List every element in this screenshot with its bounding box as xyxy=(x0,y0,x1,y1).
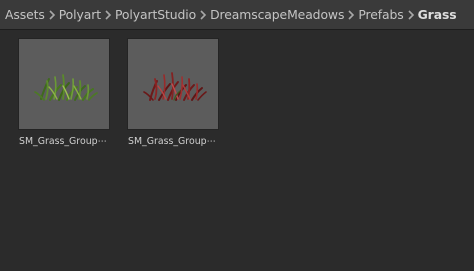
asset-label: SM_Grass_Group⋯ xyxy=(128,136,216,147)
breadcrumb-item-polyartstudio[interactable]: PolyartStudio xyxy=(115,7,196,22)
asset-grid: SM_Grass_Group⋯ SM_Grass_Group⋯ xyxy=(0,30,474,271)
chevron-right-icon xyxy=(404,0,418,29)
breadcrumb-item-current[interactable]: Grass xyxy=(418,7,457,22)
asset-thumbnail[interactable] xyxy=(127,38,219,130)
asset-item[interactable]: SM_Grass_Group⋯ xyxy=(127,38,221,147)
chevron-right-icon xyxy=(344,0,358,29)
project-browser-window: Assets Polyart PolyartStudio DreamscapeM… xyxy=(0,0,474,271)
breadcrumb-item-dreamscapemeadows[interactable]: DreamscapeMeadows xyxy=(210,7,344,22)
green-grass-clump-icon xyxy=(34,74,98,101)
asset-thumbnail[interactable] xyxy=(18,38,110,130)
chevron-right-icon xyxy=(101,0,115,29)
breadcrumb-item-assets[interactable]: Assets xyxy=(5,7,45,22)
chevron-right-icon xyxy=(196,0,210,29)
breadcrumb-item-prefabs[interactable]: Prefabs xyxy=(358,7,403,22)
breadcrumb: Assets Polyart PolyartStudio DreamscapeM… xyxy=(0,0,474,30)
asset-label: SM_Grass_Group⋯ xyxy=(19,136,107,147)
chevron-right-icon xyxy=(45,0,59,29)
red-grass-clump-icon xyxy=(143,72,207,101)
breadcrumb-item-polyart[interactable]: Polyart xyxy=(59,7,101,22)
asset-item[interactable]: SM_Grass_Group⋯ xyxy=(18,38,112,147)
